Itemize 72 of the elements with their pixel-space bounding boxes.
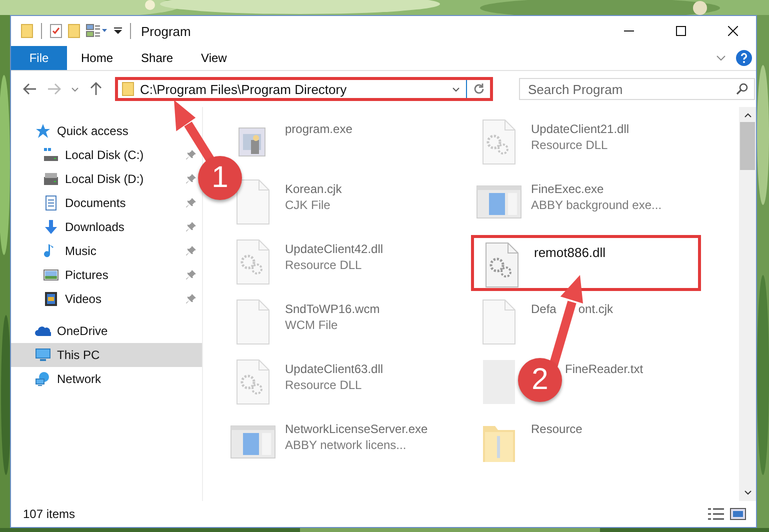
scrollbar[interactable] — [739, 107, 756, 501]
pin-icon[interactable] — [186, 270, 196, 280]
address-bar[interactable]: C:\Program Files\Program Directory — [115, 77, 493, 101]
properties-icon[interactable] — [50, 24, 62, 38]
scroll-thumb[interactable] — [740, 122, 755, 170]
up-arrow-icon[interactable] — [89, 82, 103, 96]
refresh-icon[interactable] — [473, 83, 485, 95]
nav-item[interactable]: Network — [11, 367, 202, 391]
file-name[interactable]: UpdateClient63.dll — [285, 362, 384, 376]
scroll-up-icon[interactable] — [744, 113, 752, 118]
customize-icon[interactable] — [114, 27, 122, 35]
pictures-icon — [43, 267, 59, 283]
file-name[interactable]: Defa — [531, 302, 556, 316]
drive-icon — [43, 171, 59, 187]
chevron-icon[interactable] — [71, 86, 79, 92]
file-name[interactable]: Resource — [531, 422, 582, 436]
file-name[interactable]: UpdateClient42.dll — [285, 242, 384, 256]
nav-item[interactable]: Pictures — [11, 263, 202, 287]
file-name[interactable]: remot886.dll — [534, 245, 606, 260]
search-icon[interactable] — [736, 83, 748, 95]
documents-icon — [43, 195, 59, 211]
file-name[interactable]: FineReader.txt — [565, 362, 644, 376]
file-name[interactable]: program.exe — [285, 122, 352, 136]
back-arrow-icon[interactable] — [23, 82, 37, 96]
file-type: CJK File — [285, 198, 332, 212]
file-type: Resource DLL — [285, 258, 363, 272]
file-name[interactable]: SndToWP16.wcm — [285, 302, 380, 316]
search-field[interactable]: Search Program — [519, 78, 755, 100]
chevron-icon[interactable] — [452, 86, 460, 92]
pin-icon[interactable] — [186, 198, 196, 208]
nav-item[interactable]: Music — [11, 239, 202, 263]
file-name[interactable]: ont.cjk — [578, 302, 614, 316]
close-icon — [728, 26, 738, 36]
pin-icon[interactable] — [186, 150, 196, 160]
network-icon — [35, 371, 51, 387]
file-type: Resource DLL — [285, 378, 363, 392]
thumbnail-view-icon[interactable] — [730, 507, 746, 521]
file-type: ABBY network licens... — [285, 438, 408, 452]
star-icon — [35, 123, 51, 139]
pin-icon[interactable] — [186, 174, 196, 184]
scroll-down-icon[interactable] — [744, 490, 752, 495]
file-name[interactable]: FineExec.exe — [531, 182, 604, 196]
pin-icon[interactable] — [186, 294, 196, 304]
pin-icon[interactable] — [186, 246, 196, 256]
file-type: WCM File — [285, 318, 339, 332]
details-view-icon[interactable] — [708, 507, 724, 521]
file-name[interactable]: NetworkLicenseServer.exe — [285, 422, 428, 436]
nav-item[interactable]: Downloads — [11, 215, 202, 239]
ribbon-tab[interactable]: Home — [67, 46, 128, 70]
ribbon-tab[interactable]: View — [187, 46, 241, 70]
chevron-icon[interactable] — [716, 55, 726, 61]
pin-icon[interactable] — [186, 222, 196, 232]
folder-icon — [122, 82, 134, 96]
drive-c-icon — [43, 147, 59, 163]
nav-item[interactable]: Quick access — [11, 119, 202, 143]
help-icon[interactable] — [736, 50, 752, 66]
videos-icon — [43, 291, 59, 307]
nav-item[interactable]: Videos — [11, 287, 202, 311]
window-title: Program — [141, 24, 191, 38]
minimize-icon — [624, 30, 634, 32]
download-icon — [43, 219, 59, 235]
item-count: 107 items — [23, 507, 76, 521]
file-type: ABBY background exe... — [531, 198, 662, 212]
file-name[interactable]: Korean.cjk — [285, 182, 342, 196]
file-type: Resource DLL — [531, 138, 609, 152]
maximize-icon — [676, 26, 686, 36]
pc-icon — [35, 347, 51, 363]
nav-item[interactable]: OneDrive — [11, 319, 202, 343]
file-name[interactable]: UpdateClient21.dll — [531, 122, 630, 136]
view-list-icon[interactable] — [86, 24, 108, 38]
ribbon-tab[interactable]: Share — [127, 46, 188, 70]
nav-item[interactable]: This PC — [11, 343, 202, 367]
